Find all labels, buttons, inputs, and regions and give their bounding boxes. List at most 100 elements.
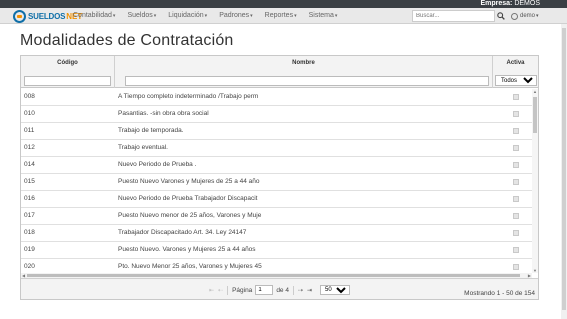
table-row[interactable]: 017 Puesto Nuevo menor de 25 años, Varone… xyxy=(21,208,532,225)
menu-contabilidad[interactable]: Contabilidad▾ xyxy=(73,8,115,24)
empresa-value: DEMOS xyxy=(514,0,540,7)
table-row[interactable]: 018 Trabajador Discapacitado Art. 34. Ley… xyxy=(21,225,532,242)
caret-down-icon: ▾ xyxy=(204,13,208,19)
menu-liquidacion[interactable]: Liquidación▾ xyxy=(168,8,207,24)
next-page-icon[interactable]: ⇢ xyxy=(298,287,303,294)
search-input[interactable] xyxy=(412,10,495,22)
cell-nombre: Nuevo Periodo de Prueba . xyxy=(118,161,197,168)
user-name: demo xyxy=(520,13,536,19)
search-button[interactable] xyxy=(495,10,506,22)
column-codigo-label: Código xyxy=(57,60,78,66)
scroll-up-icon[interactable]: ▲ xyxy=(532,89,538,94)
table-row[interactable]: 015 Puesto Nuevo Varones y Mujeres de 25 … xyxy=(21,174,532,191)
column-activa-label: Activa xyxy=(506,60,525,66)
activa-checkbox xyxy=(513,128,519,134)
page-size-select[interactable]: 50 xyxy=(320,285,351,295)
data-grid: Código Nombre Activa Todos 008 A Tiempo c… xyxy=(20,55,539,300)
pager-divider xyxy=(227,285,229,295)
cell-nombre: Trabajador Discapacitado Art. 34. Ley 24… xyxy=(118,229,247,236)
filter-codigo-input[interactable] xyxy=(24,76,111,86)
cell-nombre: A Tiempo completo indeterminado /Trabajo… xyxy=(118,93,259,100)
table-row[interactable]: 019 Puesto Nuevo. Varones y Mujeres 25 a … xyxy=(21,242,532,259)
column-activa[interactable]: Activa Todos xyxy=(493,56,538,88)
cell-nombre: Trabajo eventual. xyxy=(118,144,168,151)
main-menu: Contabilidad▾ Sueldos▾ Liquidación▾ Padr… xyxy=(73,8,349,24)
page-label: Página xyxy=(232,286,253,294)
grid-vertical-scrollbar[interactable]: ▲ ▼ xyxy=(532,89,538,273)
logo[interactable]: SUELDOS NET xyxy=(13,9,82,23)
cell-nombre: Trabajo de temporada. xyxy=(118,127,184,134)
grid-header: Código Nombre Activa Todos xyxy=(21,56,538,88)
cell-codigo: 011 xyxy=(24,127,35,134)
user-menu[interactable]: demo ▾ xyxy=(511,9,539,23)
cell-codigo: 008 xyxy=(24,93,35,100)
scroll-thumb[interactable] xyxy=(27,274,520,277)
top-bar: Empresa: DEMOS xyxy=(0,0,567,8)
activa-checkbox xyxy=(513,162,519,168)
caret-down-icon: ▾ xyxy=(334,13,338,19)
scroll-down-icon[interactable]: ▼ xyxy=(532,268,538,273)
table-row[interactable]: 008 A Tiempo completo indeterminado /Trab… xyxy=(21,89,532,106)
activa-checkbox xyxy=(513,196,519,202)
activa-checkbox xyxy=(513,111,519,117)
empresa-info: Empresa: DEMOS xyxy=(480,0,540,8)
caret-down-icon: ▾ xyxy=(536,13,539,19)
pager-divider xyxy=(292,285,294,295)
activa-checkbox xyxy=(513,94,519,100)
cell-nombre: Puesto Nuevo Varones y Mujeres de 25 a 4… xyxy=(118,178,260,185)
menu-sueldos[interactable]: Sueldos▾ xyxy=(127,8,156,24)
cell-codigo: 016 xyxy=(24,195,35,202)
search-icon xyxy=(496,12,505,20)
cell-nombre: Pasantias. -sin obra obra social xyxy=(118,110,209,117)
last-page-icon[interactable]: ⇥ xyxy=(307,287,312,294)
user-icon xyxy=(511,12,518,20)
cell-nombre: Nuevo Periodo de Prueba Trabajador Disca… xyxy=(118,195,258,202)
scroll-thumb[interactable] xyxy=(562,28,566,310)
brand-part1: SUELDOS xyxy=(28,11,66,21)
column-codigo[interactable]: Código xyxy=(21,56,115,88)
table-row[interactable]: 010 Pasantias. -sin obra obra social xyxy=(21,106,532,123)
cell-codigo: 017 xyxy=(24,212,35,219)
table-row[interactable]: 012 Trabajo eventual. xyxy=(21,140,532,157)
table-row[interactable]: 014 Nuevo Periodo de Prueba . xyxy=(21,157,532,174)
menu-padrones[interactable]: Padrones▾ xyxy=(219,8,252,24)
cell-codigo: 020 xyxy=(24,263,35,270)
table-row[interactable]: 016 Nuevo Periodo de Prueba Trabajador Di… xyxy=(21,191,532,208)
cell-nombre: Pto. Nuevo Menor 25 años, Varones y Muje… xyxy=(118,263,262,270)
activa-checkbox xyxy=(513,179,519,185)
prev-page-icon[interactable]: ⇠ xyxy=(218,287,223,294)
table-row[interactable]: 011 Trabajo de temporada. xyxy=(21,123,532,140)
cell-codigo: 015 xyxy=(24,178,35,185)
page-number-input[interactable] xyxy=(255,285,274,295)
menu-reportes[interactable]: Reportes▾ xyxy=(265,8,297,24)
pager: ⇤ ⇠ Página de 4 ⇢ ⇥ 50 xyxy=(209,285,351,295)
menu-sistema[interactable]: Sistema▾ xyxy=(309,8,338,24)
activa-checkbox xyxy=(513,213,519,219)
cell-nombre: Puesto Nuevo. Varones y Mujeres 25 a 44 … xyxy=(118,246,256,253)
first-page-icon[interactable]: ⇤ xyxy=(209,287,214,294)
activa-checkbox xyxy=(513,145,519,151)
table-row[interactable]: 020 Pto. Nuevo Menor 25 años, Varones y M… xyxy=(21,259,532,273)
logo-icon xyxy=(13,9,26,23)
empresa-label: Empresa: xyxy=(480,0,513,7)
filter-nombre-input[interactable] xyxy=(125,76,489,86)
page-scrollbar[interactable] xyxy=(561,24,567,319)
cell-codigo: 018 xyxy=(24,229,35,236)
page-title: Modalidades de Contratación xyxy=(20,32,234,49)
navbar: SUELDOS NET Contabilidad▾ Sueldos▾ Liqui… xyxy=(0,8,567,24)
scroll-thumb[interactable] xyxy=(533,97,537,133)
filter-activa-select[interactable]: Todos xyxy=(495,75,537,86)
caret-down-icon: ▾ xyxy=(153,13,157,19)
cell-codigo: 010 xyxy=(24,110,35,117)
cell-nombre: Puesto Nuevo menor de 25 años, Varones y… xyxy=(118,212,262,219)
column-nombre[interactable]: Nombre xyxy=(115,56,493,88)
caret-down-icon: ▾ xyxy=(250,13,253,19)
activa-checkbox xyxy=(513,230,519,236)
cell-codigo: 019 xyxy=(24,246,35,253)
records-info: Mostrando 1 - 50 de 154 xyxy=(464,290,535,297)
cell-codigo: 012 xyxy=(24,144,35,151)
caret-down-icon: ▾ xyxy=(112,13,116,19)
page-total: de 4 xyxy=(276,286,289,294)
activa-checkbox xyxy=(513,247,519,253)
grid-body: 008 A Tiempo completo indeterminado /Trab… xyxy=(21,89,532,273)
